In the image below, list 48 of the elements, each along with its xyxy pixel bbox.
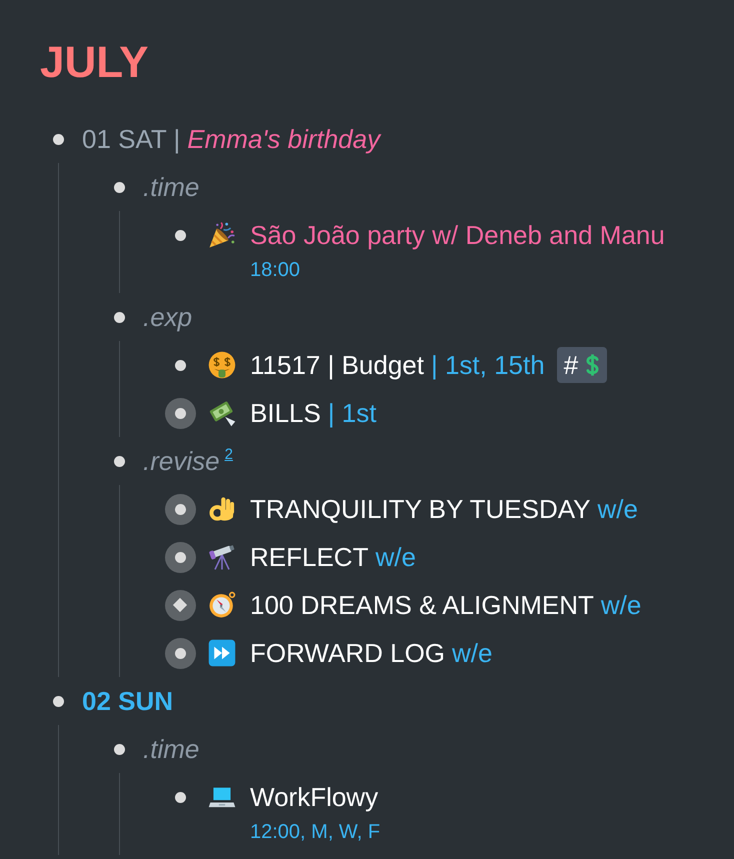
- bullet-icon[interactable]: [114, 744, 124, 754]
- item-text: FORWARD LOG: [250, 637, 446, 669]
- item-text: .exp: [143, 301, 192, 333]
- money-face-icon: [208, 351, 236, 379]
- bullet-icon[interactable]: [52, 134, 64, 144]
- item-text: | 1st, 15th: [430, 349, 545, 381]
- item-text: .time: [143, 171, 200, 203]
- bullet-icon[interactable]: [164, 542, 196, 572]
- item-text: .time: [143, 733, 200, 765]
- bullet-icon[interactable]: [114, 456, 124, 466]
- item-text: WorkFlowy: [250, 781, 378, 813]
- item-text: São João party w/ Deneb and Manu: [250, 219, 665, 251]
- item-text: w/e: [600, 589, 642, 621]
- flying-money-icon: [208, 399, 236, 427]
- bullet-icon[interactable]: [164, 494, 196, 524]
- fast-forward-icon: [208, 639, 236, 667]
- bullet-icon[interactable]: [174, 230, 186, 240]
- compass-icon: [208, 591, 236, 619]
- bullet-icon[interactable]: [164, 398, 196, 428]
- item-text: | 1st: [328, 397, 376, 429]
- bullet-icon[interactable]: [174, 792, 186, 802]
- item-note: 18:00: [250, 259, 300, 281]
- tag-chip[interactable]: #: [556, 347, 608, 383]
- item-text: 01 SAT |: [82, 123, 180, 155]
- bullet-icon[interactable]: [174, 360, 186, 370]
- dollar-icon: [585, 353, 600, 377]
- item-text: .revise: [143, 445, 220, 477]
- item-text: 11517 | Budget: [250, 349, 424, 381]
- item-text: w/e: [598, 493, 638, 525]
- superscript-link[interactable]: 2: [224, 446, 233, 462]
- bullet-icon[interactable]: [114, 312, 124, 322]
- item-text: 02 SUN: [82, 685, 174, 717]
- telescope-icon: [208, 543, 236, 571]
- item-text: REFLECT: [250, 541, 368, 573]
- item-text: TRANQUILITY BY TUESDAY: [250, 493, 591, 525]
- bullet-icon[interactable]: [52, 696, 64, 706]
- item-text: w/e: [375, 541, 416, 573]
- item-text: BILLS: [250, 397, 321, 429]
- party-popper-icon: [208, 221, 236, 249]
- item-text: 100 DREAMS & ALIGNMENT: [250, 589, 594, 621]
- bullet-icon[interactable]: [164, 638, 196, 668]
- ok-hand-icon: [208, 495, 236, 523]
- item-text: Emma's birthday: [187, 123, 380, 155]
- item-text: w/e: [452, 637, 492, 669]
- diamond-bullet-icon[interactable]: [164, 590, 196, 620]
- item-note: 12:00, M, W, F: [250, 821, 380, 843]
- bullet-icon[interactable]: [114, 182, 124, 192]
- month-title: JULY: [40, 37, 148, 89]
